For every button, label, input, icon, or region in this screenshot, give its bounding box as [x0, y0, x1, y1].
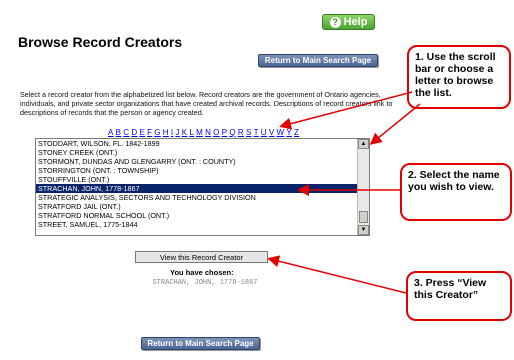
- arrow-to-view-button: [267, 255, 407, 294]
- arrow-to-scrollbar: [369, 103, 421, 145]
- arrow-to-alphabet: [279, 91, 413, 130]
- callout-arrows: [267, 91, 421, 294]
